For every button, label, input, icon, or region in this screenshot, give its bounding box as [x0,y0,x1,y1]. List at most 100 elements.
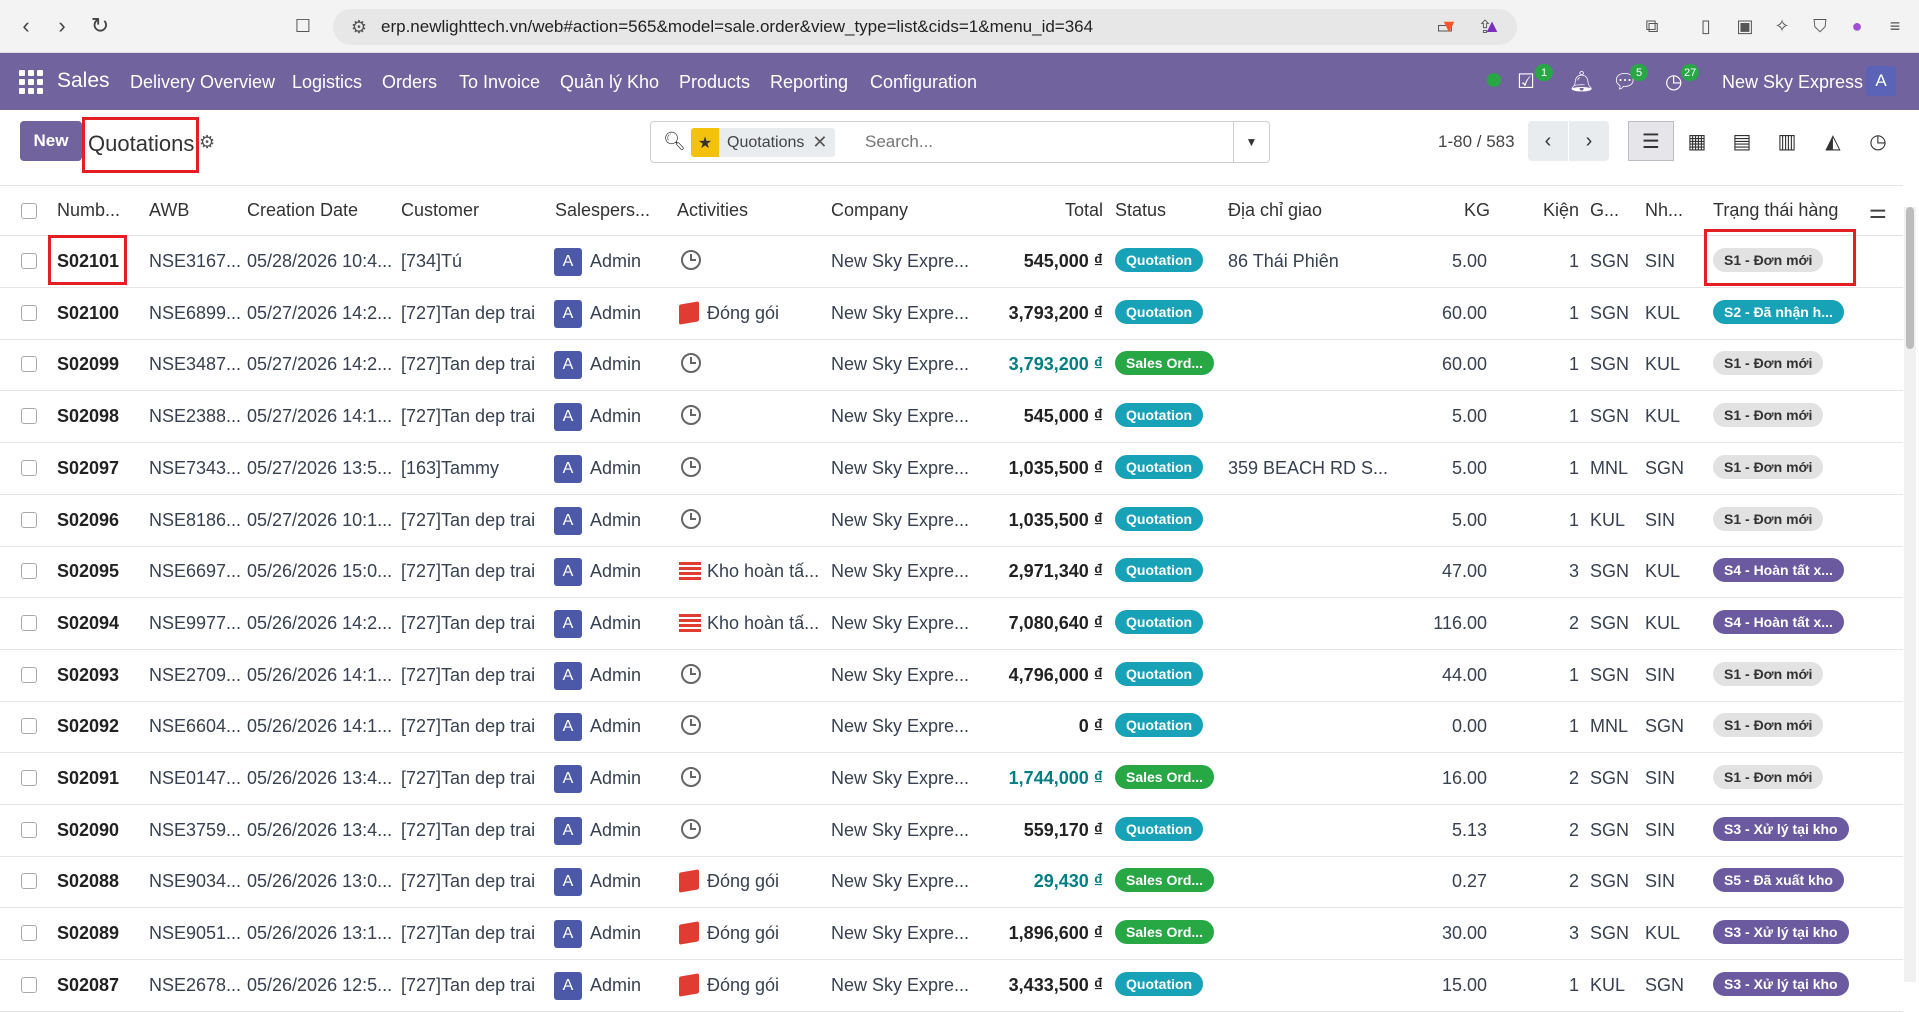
pivot-view-button[interactable]: ▥ [1764,121,1810,161]
site-info-icon[interactable]: ⚙ [347,15,371,39]
clock-icon[interactable]: ◷ [1665,69,1682,94]
clock-icon[interactable] [681,353,701,374]
row-checkbox[interactable] [21,304,37,321]
menu-to-invoice[interactable]: To Invoice [459,72,540,93]
search-bar[interactable]: 🔍︎ ★ Quotations ✕ ▼ [650,121,1270,163]
row-checkbox[interactable] [21,718,37,735]
row-checkbox[interactable] [21,563,37,580]
warehouse-icon[interactable] [679,613,701,632]
rewards-icon[interactable]: ▲ [1480,14,1504,38]
col-company[interactable]: Company [831,200,908,221]
table-row[interactable]: S02090 NSE3759... 05/26/2026 13:4... [727]T… [0,805,1903,857]
menu-configuration[interactable]: Configuration [870,72,977,93]
app-brand[interactable]: Sales [57,69,110,93]
back-icon[interactable]: ‹ [12,12,40,40]
sidebar-icon[interactable]: ▯ [1694,14,1718,38]
table-row[interactable]: S02095 NSE6697... 05/26/2026 15:0... [727]T… [0,546,1903,599]
pager-previous-button[interactable]: ‹ [1528,121,1568,161]
cell-number[interactable]: S02097 [57,458,119,479]
menu-delivery-overview[interactable]: Delivery Overview [130,72,275,93]
table-row[interactable]: S02098 NSE2388... 05/27/2026 14:1... [727]T… [0,391,1903,444]
col-number[interactable]: Numb... [57,200,120,221]
cell-number[interactable]: S02096 [57,510,119,531]
col-awb[interactable]: AWB [149,200,189,221]
menu-orders[interactable]: Orders [382,72,437,93]
table-row[interactable]: S02091 NSE0147... 05/26/2026 13:4... [727]T… [0,753,1903,805]
search-input[interactable] [865,132,1225,152]
table-row[interactable]: S02096 NSE8186... 05/27/2026 10:1... [727]T… [0,495,1903,547]
user-avatar[interactable]: A [1866,66,1896,96]
warehouse-icon[interactable] [679,562,701,581]
row-checkbox[interactable] [21,614,37,631]
col-status[interactable]: Status [1115,200,1166,221]
cell-number[interactable]: S02088 [57,871,119,892]
row-checkbox[interactable] [21,408,37,425]
table-row[interactable]: S02089 NSE9051... 05/26/2026 13:1... [727]T… [0,908,1903,961]
pager-next-button[interactable]: › [1569,121,1609,161]
activity-view-button[interactable]: ◷ [1855,121,1901,161]
row-checkbox[interactable] [21,873,37,890]
cell-number[interactable]: S02089 [57,923,119,944]
menu-logistics[interactable]: Logistics [292,72,362,93]
activity-label[interactable]: Đóng gói [707,923,779,944]
close-icon[interactable]: ✕ [812,132,835,153]
package-icon[interactable] [679,300,699,325]
menu-products[interactable]: Products [679,72,750,93]
row-checkbox[interactable] [21,976,37,993]
col-activities[interactable]: Activities [677,200,748,221]
table-row[interactable]: S02088 NSE9034... 05/26/2026 13:0... [727]T… [0,856,1903,909]
activity-label[interactable]: Kho hoàn tấ... [707,561,819,582]
activity-label[interactable]: Đóng gói [707,303,779,324]
col-customer[interactable]: Customer [401,200,479,221]
clock-icon[interactable] [681,767,701,787]
col-g[interactable]: G... [1590,200,1619,221]
row-checkbox[interactable] [21,459,37,476]
table-row[interactable]: S02092 NSE6604... 05/26/2026 14:1... [727]T… [0,701,1903,754]
cell-number[interactable]: S02099 [57,354,119,375]
forward-icon[interactable]: › [48,12,76,40]
brave-shield-icon[interactable]: ▼ [1437,14,1461,38]
col-kg[interactable]: KG [1464,200,1490,221]
activity-icon[interactable]: ☑ [1517,69,1535,94]
table-row[interactable]: S02101 NSE3167... 05/28/2026 10:4... [734]T… [0,236,1903,288]
company-switcher[interactable]: New Sky Express [1722,72,1863,93]
table-row[interactable]: S02087 NSE2678... 05/26/2026 12:5... [727]T… [0,960,1903,1012]
menu-quan-ly-kho[interactable]: Quản lý Kho [560,72,659,93]
cell-number[interactable]: S02094 [57,613,119,634]
kanban-view-button[interactable]: ▦ [1674,121,1720,161]
pager-value[interactable]: 1-80 / 583 [1438,132,1515,152]
vertical-scrollbar[interactable] [1904,207,1916,982]
profile-icon[interactable]: ● [1845,14,1869,38]
graph-view-button[interactable]: ◭ [1810,121,1856,161]
cell-number[interactable]: S02090 [57,820,119,841]
package-icon[interactable] [679,921,699,945]
table-row[interactable]: S02100 NSE6899... 05/27/2026 14:2... [727]T… [0,288,1903,340]
gear-icon[interactable]: ⚙ [199,132,215,153]
col-salesperson[interactable]: Salespers... [555,200,650,221]
row-checkbox[interactable] [21,253,37,269]
clock-icon[interactable] [681,456,701,477]
new-button[interactable]: New [20,121,82,161]
apps-menu-icon[interactable] [19,70,43,94]
address-bar[interactable]: ⚙ erp.newlighttech.vn/web#action=565&mod… [333,9,1517,45]
wallet-icon[interactable]: ▣ [1733,14,1757,38]
select-all-checkbox[interactable] [21,203,37,219]
column-settings-icon[interactable]: ⚌ [1869,199,1887,224]
clock-icon[interactable] [681,405,701,426]
bookmark-icon[interactable]: ☐ [291,14,315,38]
vpn-icon[interactable]: ⛉ [1808,14,1832,38]
col-total[interactable]: Total [1065,200,1103,221]
row-checkbox[interactable] [21,770,37,786]
cell-number[interactable]: S02098 [57,406,119,427]
package-icon[interactable] [679,869,699,894]
table-row[interactable]: S02099 NSE3487... 05/27/2026 14:2... [727]T… [0,339,1903,392]
col-trang-thai-hang[interactable]: Trạng thái hàng [1713,200,1838,221]
table-row[interactable]: S02093 NSE2709... 05/26/2026 14:1... [727]T… [0,650,1903,702]
table-row[interactable]: S02097 NSE7343... 05/27/2026 13:5... [163]T… [0,443,1903,495]
tab-search-icon[interactable]: ⧉ [1640,14,1664,38]
chevron-down-icon[interactable]: ▼ [1233,122,1269,162]
reload-icon[interactable]: ↻ [86,12,114,40]
list-view-button[interactable]: ☰ [1628,121,1674,161]
clock-icon[interactable] [681,715,701,736]
row-checkbox[interactable] [21,925,37,942]
